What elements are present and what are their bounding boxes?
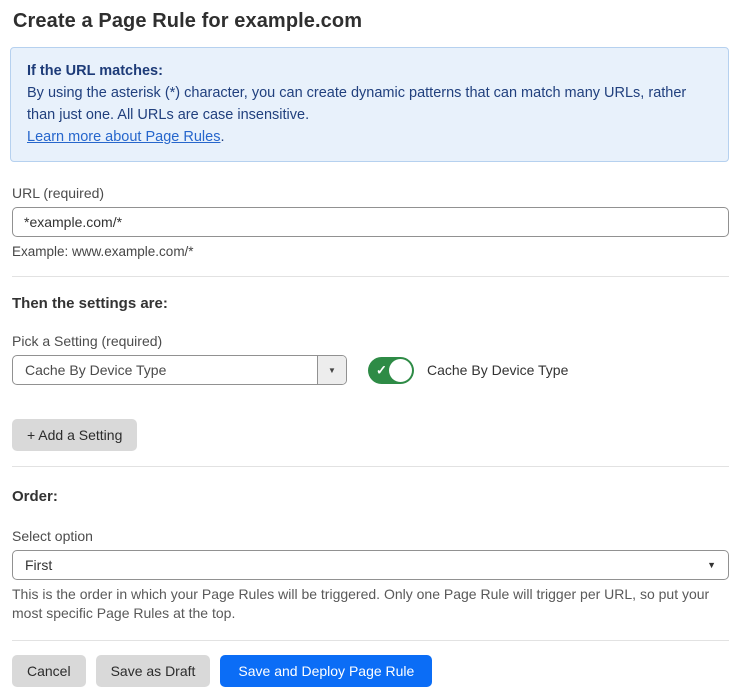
- order-section-heading: Order:: [12, 488, 729, 505]
- footer-actions: Cancel Save as Draft Save and Deploy Pag…: [12, 655, 729, 687]
- chevron-down-icon: ▼: [707, 560, 716, 570]
- info-box-link-line: Learn more about Page Rules.: [27, 126, 712, 148]
- divider: [12, 466, 729, 467]
- url-field-hint: Example: www.example.com/*: [12, 244, 729, 259]
- toggle-knob: [389, 359, 412, 382]
- add-setting-button[interactable]: + Add a Setting: [12, 419, 137, 451]
- url-input[interactable]: [12, 207, 729, 237]
- setting-toggle[interactable]: ✓: [368, 357, 414, 384]
- divider: [12, 276, 729, 277]
- create-page-rule-form: Create a Page Rule for example.com If th…: [0, 0, 750, 687]
- learn-more-link[interactable]: Learn more about Page Rules: [27, 129, 220, 145]
- settings-section-heading: Then the settings are:: [12, 295, 729, 312]
- url-match-info-box: If the URL matches: By using the asteris…: [10, 47, 729, 162]
- chevron-down-icon: ▼: [328, 366, 336, 375]
- link-suffix: .: [220, 129, 224, 145]
- cancel-button[interactable]: Cancel: [12, 655, 86, 687]
- order-select-value: First: [25, 557, 52, 573]
- check-icon: ✓: [376, 364, 387, 377]
- setting-select-value: Cache By Device Type: [13, 362, 317, 378]
- setting-row: Cache By Device Type ▼ ✓ Cache By Device…: [12, 355, 729, 385]
- order-select-label: Select option: [12, 528, 729, 544]
- save-and-deploy-button[interactable]: Save and Deploy Page Rule: [220, 655, 432, 687]
- info-box-body: By using the asterisk (*) character, you…: [27, 82, 712, 126]
- setting-picker-label: Pick a Setting (required): [12, 333, 729, 349]
- order-select[interactable]: First ▼: [12, 550, 729, 580]
- divider: [12, 640, 729, 641]
- order-help-text: This is the order in which your Page Rul…: [12, 585, 728, 623]
- info-box-heading: If the URL matches:: [27, 60, 712, 82]
- page-title: Create a Page Rule for example.com: [13, 10, 729, 33]
- save-as-draft-button[interactable]: Save as Draft: [96, 655, 211, 687]
- setting-toggle-label: Cache By Device Type: [427, 362, 568, 378]
- setting-select-arrow-button[interactable]: ▼: [317, 356, 346, 384]
- setting-select[interactable]: Cache By Device Type ▼: [12, 355, 347, 385]
- url-field-label: URL (required): [12, 185, 729, 201]
